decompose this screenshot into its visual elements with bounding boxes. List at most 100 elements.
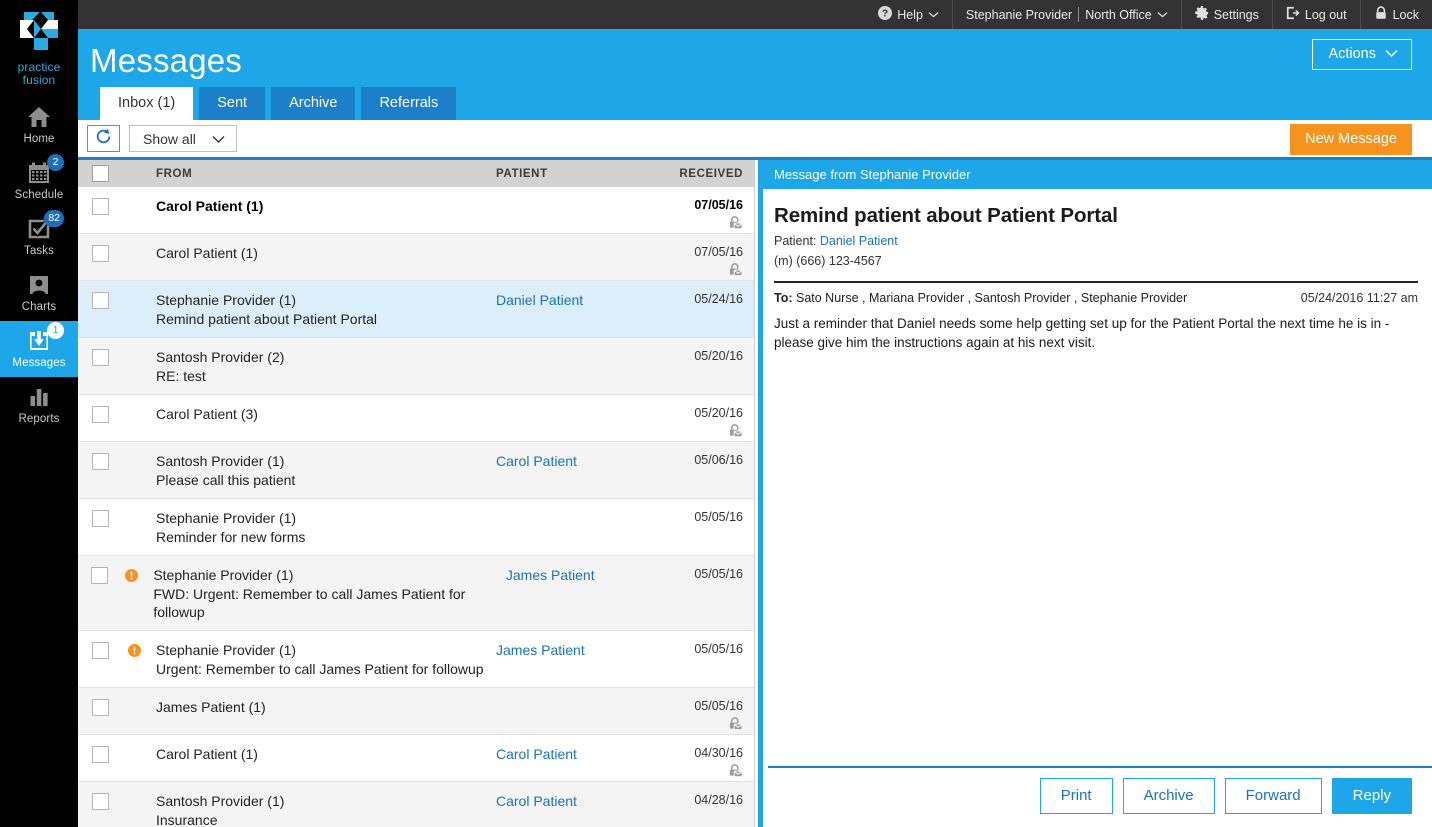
archive-button[interactable]: Archive: [1123, 778, 1215, 814]
sidebar-item-reports[interactable]: Reports: [0, 377, 78, 433]
row-received-cell: 07/05/16: [656, 187, 754, 233]
row-subject: Insurance: [156, 811, 496, 827]
patient-link[interactable]: Daniel Patient: [820, 234, 898, 248]
message-row[interactable]: Santosh Provider (2)RE: test05/20/16: [78, 338, 754, 395]
column-header-from: FROM: [145, 168, 496, 180]
new-message-button[interactable]: New Message: [1290, 124, 1412, 155]
message-detail-body: Remind patient about Patient Portal Pati…: [763, 189, 1432, 352]
row-received-date: 07/05/16: [694, 245, 743, 259]
message-row[interactable]: Stephanie Provider (1)Remind patient abo…: [78, 281, 754, 338]
detail-footer-divider: [768, 766, 1432, 768]
row-patient-cell[interactable]: Carol Patient: [496, 735, 656, 781]
print-button[interactable]: Print: [1040, 778, 1113, 814]
row-checkbox[interactable]: [92, 198, 109, 215]
row-flag-cell: [123, 735, 145, 781]
message-row[interactable]: James Patient (1)05/05/16: [78, 688, 754, 735]
row-checkbox[interactable]: [92, 349, 109, 366]
help-menu[interactable]: ? Help: [865, 0, 952, 29]
actions-button[interactable]: Actions: [1312, 39, 1412, 70]
tab-archive[interactable]: Archive: [271, 87, 355, 120]
sidebar-item-home[interactable]: Home: [0, 97, 78, 153]
page-banner: Messages Actions Inbox (1) Sent Archive …: [78, 29, 1432, 120]
message-row[interactable]: Stephanie Provider (1)FWD: Urgent: Remem…: [78, 556, 754, 631]
logo-line-1: practice: [18, 60, 61, 74]
message-timestamp: 05/24/2016 11:27 am: [1301, 291, 1418, 305]
row-checkbox[interactable]: [92, 699, 109, 716]
chevron-down-icon: [1385, 46, 1398, 62]
lock-link[interactable]: Lock: [1361, 0, 1432, 29]
help-label: Help: [897, 8, 923, 22]
row-checkbox[interactable]: [92, 793, 109, 810]
message-recipients: To: Sato Nurse , Mariana Provider , Sant…: [774, 291, 1187, 305]
row-received-cell: 04/28/16: [656, 782, 754, 827]
row-patient-cell[interactable]: Carol Patient: [496, 782, 656, 827]
row-received-date: 05/20/16: [694, 349, 743, 363]
office-selector[interactable]: North Office: [1079, 0, 1180, 29]
row-subject: Reminder for new forms: [156, 528, 496, 546]
forward-button[interactable]: Forward: [1225, 778, 1322, 814]
row-patient-link: James Patient: [496, 642, 585, 658]
row-checkbox[interactable]: [92, 406, 109, 423]
tab-inbox[interactable]: Inbox (1): [100, 87, 193, 120]
sidebar-item-charts[interactable]: Charts: [0, 265, 78, 321]
row-flag-cell: [123, 442, 145, 498]
row-checkbox[interactable]: [92, 245, 109, 262]
row-from-cell: Stephanie Provider (1)Reminder for new f…: [145, 499, 496, 555]
message-row[interactable]: Santosh Provider (1)Please call this pat…: [78, 442, 754, 499]
row-received-cell: 05/05/16: [659, 556, 754, 630]
row-patient-cell: [496, 338, 656, 394]
message-row[interactable]: Stephanie Provider (1)Urgent: Remember t…: [78, 631, 754, 688]
row-subject: Remind patient about Patient Portal: [156, 310, 496, 328]
secure-message-icon: [728, 423, 743, 441]
row-checkbox[interactable]: [92, 642, 109, 659]
row-checkbox[interactable]: [92, 746, 109, 763]
refresh-icon: [95, 128, 112, 150]
settings-link[interactable]: Settings: [1182, 0, 1272, 29]
message-row[interactable]: Carol Patient (3)05/20/16: [78, 395, 754, 442]
message-row[interactable]: Carol Patient (1)07/05/16: [78, 234, 754, 281]
message-row[interactable]: Carol Patient (1)07/05/16: [78, 187, 754, 234]
reply-button[interactable]: Reply: [1332, 778, 1412, 814]
urgent-icon: [125, 569, 138, 582]
row-flag-cell: [123, 234, 145, 280]
message-row[interactable]: Santosh Provider (1)InsuranceCarol Patie…: [78, 782, 754, 827]
sidebar-badge: 82: [44, 210, 64, 227]
row-checkbox[interactable]: [91, 567, 108, 584]
refresh-button[interactable]: [87, 125, 120, 152]
row-received-cell: 05/20/16: [656, 338, 754, 394]
row-patient-cell[interactable]: James Patient: [506, 556, 660, 630]
filter-dropdown[interactable]: Show all: [129, 125, 237, 152]
row-patient-cell[interactable]: James Patient: [496, 631, 656, 687]
row-patient-cell[interactable]: Carol Patient: [496, 442, 656, 498]
message-patient-phone: (m) (666) 123-4567: [774, 253, 1418, 269]
row-checkbox-cell: [78, 338, 123, 394]
tab-referrals[interactable]: Referrals: [361, 87, 456, 120]
row-patient-link: James Patient: [506, 567, 595, 583]
sidebar-item-messages[interactable]: 1 Messages: [0, 321, 78, 377]
row-patient-cell[interactable]: Daniel Patient: [496, 281, 656, 337]
practice-fusion-logo[interactable]: practice fusion: [0, 0, 78, 97]
column-header-received: RECEIVED: [656, 168, 754, 180]
row-sender: Santosh Provider (2): [156, 348, 496, 366]
message-row[interactable]: Carol Patient (1)Carol Patient04/30/16: [78, 735, 754, 782]
row-checkbox[interactable]: [92, 510, 109, 527]
sidebar-item-label: Tasks: [24, 245, 54, 258]
select-all-checkbox[interactable]: [92, 165, 109, 182]
row-checkbox-cell: [78, 442, 123, 498]
message-list-pane: FROM PATIENT RECEIVED Carol Patient (1)0…: [78, 160, 755, 827]
calendar-icon: 2: [26, 160, 52, 186]
sidebar-item-tasks[interactable]: 82 Tasks: [0, 209, 78, 265]
row-checkbox-cell: [78, 782, 123, 827]
sidebar-item-label: Schedule: [15, 189, 64, 202]
tab-sent[interactable]: Sent: [199, 87, 265, 120]
current-user[interactable]: Stephanie Provider: [953, 0, 1078, 29]
logout-link[interactable]: Log out: [1273, 0, 1360, 29]
row-from-cell: Santosh Provider (1)Insurance: [145, 782, 496, 827]
row-checkbox[interactable]: [92, 453, 109, 470]
row-checkbox[interactable]: [92, 292, 109, 309]
row-sender: Stephanie Provider (1): [156, 509, 496, 527]
row-checkbox-cell: [78, 499, 123, 555]
message-action-buttons: Print Archive Forward Reply: [1040, 778, 1412, 814]
message-row[interactable]: Stephanie Provider (1)Reminder for new f…: [78, 499, 754, 556]
sidebar-item-schedule[interactable]: 2 Schedule: [0, 153, 78, 209]
